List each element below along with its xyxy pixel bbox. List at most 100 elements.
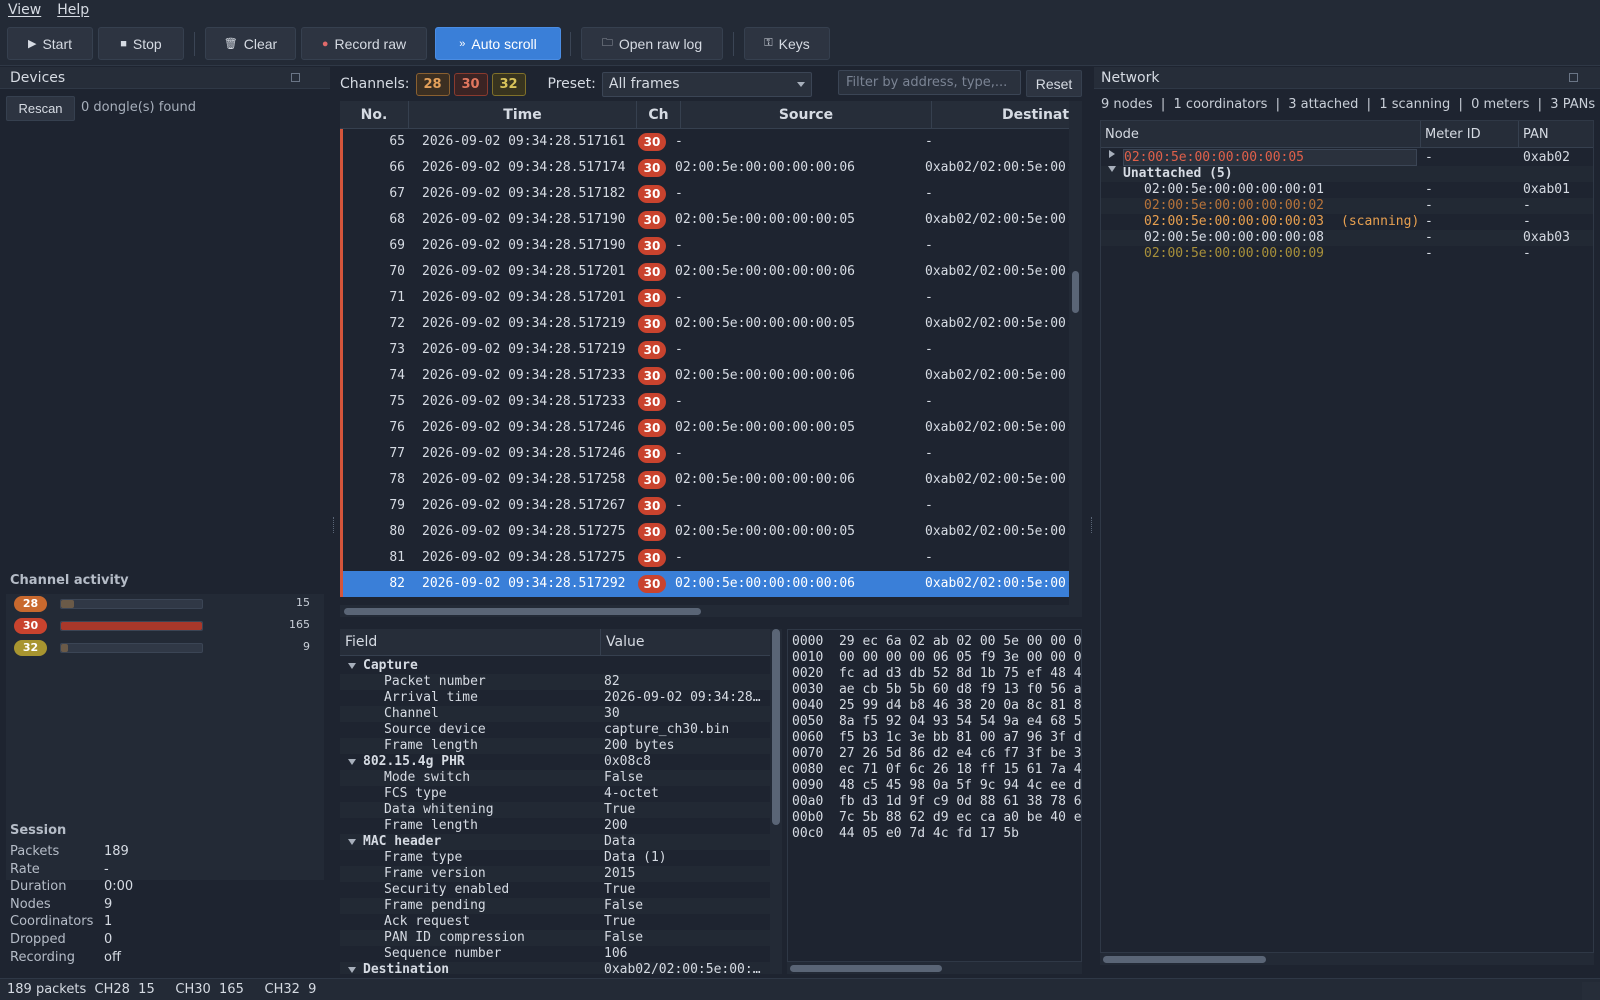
col-time[interactable]: Time xyxy=(409,101,637,129)
network-node-row[interactable]: 02:00:5e:00:00:00:00:02 - - xyxy=(1101,198,1593,214)
col-destination[interactable]: Destinati xyxy=(932,101,1069,129)
col-no[interactable]: No. xyxy=(340,101,409,129)
network-group[interactable]: Unattached (5) xyxy=(1101,166,1593,182)
chevron-down-icon[interactable] xyxy=(1108,166,1116,172)
packet-row[interactable]: 81 2026-09-02 09:34:28.517275 30- - xyxy=(340,545,1069,571)
channel-toggle-28[interactable]: 28 xyxy=(415,72,450,96)
packet-row[interactable]: 80 2026-09-02 09:34:28.517275 30 02:00:5e:0… xyxy=(340,519,1069,545)
detail-field-row[interactable]: Source device capture_ch30.bin xyxy=(340,722,770,738)
keys-button[interactable]: ⚿ Keys xyxy=(744,27,830,60)
col-meter-id[interactable]: Meter ID xyxy=(1421,121,1519,148)
scroll-thumb[interactable] xyxy=(1072,271,1079,313)
session-stat-label: Nodes xyxy=(10,896,51,912)
packet-row[interactable]: 68 2026-09-02 09:34:28.517190 30 02:00:5e:0… xyxy=(340,207,1069,233)
open-raw-log-button[interactable]: 🗀 Open raw log xyxy=(581,27,723,60)
packet-source: 02:00:5e:00:00:00:00:06 xyxy=(675,472,856,487)
packet-hscroll[interactable] xyxy=(340,605,1082,617)
packet-row[interactable]: 70 2026-09-02 09:34:28.517201 30 02:00:5e:0… xyxy=(340,259,1069,285)
packet-table-header: No. Time Ch Source Destinati xyxy=(340,101,1069,129)
packet-row[interactable]: 71 2026-09-02 09:34:28.517201 30- - xyxy=(340,285,1069,311)
packet-row[interactable]: 82 2026-09-02 09:34:28.517292 30 02:00:5e:0… xyxy=(340,571,1069,597)
packet-row[interactable]: 76 2026-09-02 09:34:28.517246 30 02:00:5e:0… xyxy=(340,415,1069,441)
menu-help[interactable]: Help xyxy=(49,2,97,18)
record-raw-button[interactable]: ● Record raw xyxy=(301,27,427,60)
network-node-row[interactable]: 02:00:5e:00:00:00:00:09 - - xyxy=(1101,246,1593,262)
detail-field-row[interactable]: FCS type 4-octet xyxy=(340,786,770,802)
packet-channel-badge: 30 xyxy=(638,237,666,255)
detail-field-row[interactable]: Sequence number 106 xyxy=(340,946,770,962)
scroll-thumb[interactable] xyxy=(1103,956,1266,963)
col-source[interactable]: Source xyxy=(681,101,932,129)
detail-field-row[interactable]: Mode switch False xyxy=(340,770,770,786)
hex-view: 0000 29 ec 6a 02 ab 02 00 5e 00 00 0 0010… xyxy=(787,629,1082,962)
packet-vscroll[interactable] xyxy=(1069,101,1082,605)
channel-toggle-32[interactable]: 32 xyxy=(491,72,526,96)
detail-field-row[interactable]: Arrival time 2026-09-02 09:34:28... xyxy=(340,690,770,706)
detail-field-row[interactable]: Frame length 200 bytes xyxy=(340,738,770,754)
detail-group[interactable]: MAC header Data xyxy=(340,834,770,850)
start-button[interactable]: ▶ Start xyxy=(7,27,93,60)
packet-channel-badge: 30 xyxy=(638,393,666,411)
splitter-handle[interactable] xyxy=(333,517,336,533)
resize-grip-icon[interactable] xyxy=(1582,982,1600,1000)
packet-row[interactable]: 69 2026-09-02 09:34:28.517190 30- - xyxy=(340,233,1069,259)
detail-field-row[interactable]: Packet number 82 xyxy=(340,674,770,690)
chevron-down-icon[interactable] xyxy=(348,839,356,845)
packet-row[interactable]: 74 2026-09-02 09:34:28.517233 30 02:00:5e:0… xyxy=(340,363,1069,389)
network-node-row[interactable]: 02:00:5e:00:00:00:00:03 (scanning) - - xyxy=(1101,214,1593,230)
col-value[interactable]: Value xyxy=(601,629,770,656)
rescan-button[interactable]: Rescan xyxy=(6,96,75,121)
packet-row[interactable]: 73 2026-09-02 09:34:28.517219 30- - xyxy=(340,337,1069,363)
detail-field-row[interactable]: Frame pending False xyxy=(340,898,770,914)
chevron-down-icon[interactable] xyxy=(348,967,356,973)
packet-row[interactable]: 78 2026-09-02 09:34:28.517258 30 02:00:5e:0… xyxy=(340,467,1069,493)
float-panel-icon[interactable] xyxy=(1569,73,1578,82)
detail-field-row[interactable]: PAN ID compression False xyxy=(340,930,770,946)
packet-row[interactable]: 77 2026-09-02 09:34:28.517246 30- - xyxy=(340,441,1069,467)
detail-field-value: 0xab02/02:00:5e:00:... xyxy=(604,962,764,974)
chevron-down-icon[interactable] xyxy=(348,759,356,765)
network-node-row[interactable]: 02:00:5e:00:00:00:00:01 - 0xab01 xyxy=(1101,182,1593,198)
col-pan[interactable]: PAN xyxy=(1519,121,1593,148)
detail-field-row[interactable]: Frame length 200 xyxy=(340,818,770,834)
detail-field-row[interactable]: Security enabled True xyxy=(340,882,770,898)
scroll-thumb[interactable] xyxy=(790,965,942,972)
col-node[interactable]: Node xyxy=(1101,121,1421,148)
network-hscroll[interactable] xyxy=(1100,953,1594,965)
chevron-down-icon[interactable] xyxy=(348,663,356,669)
reset-button[interactable]: Reset xyxy=(1026,70,1082,97)
detail-field-row[interactable]: Frame version 2015 xyxy=(340,866,770,882)
packet-row[interactable]: 72 2026-09-02 09:34:28.517219 30 02:00:5e:0… xyxy=(340,311,1069,337)
channel-bar-fill xyxy=(61,622,202,630)
packet-row[interactable]: 65 2026-09-02 09:34:28.517161 30- - xyxy=(340,129,1069,155)
float-panel-icon[interactable] xyxy=(291,73,300,82)
detail-group[interactable]: 802.15.4g PHR 0x08c8 xyxy=(340,754,770,770)
detail-vscroll[interactable] xyxy=(770,629,782,974)
packet-destination: 0xab02/02:00:5e:00: xyxy=(925,264,1069,279)
chevron-right-icon[interactable] xyxy=(1109,150,1115,158)
stop-button[interactable]: ■ Stop xyxy=(98,27,184,60)
hex-hscroll[interactable] xyxy=(787,962,1082,974)
col-ch[interactable]: Ch xyxy=(637,101,681,129)
packet-row[interactable]: 67 2026-09-02 09:34:28.517182 30- - xyxy=(340,181,1069,207)
clear-button[interactable]: 🗑 Clear xyxy=(205,27,296,60)
detail-field-row[interactable]: Data whitening True xyxy=(340,802,770,818)
col-field[interactable]: Field xyxy=(340,629,601,656)
auto-scroll-button[interactable]: » Auto scroll xyxy=(435,27,561,60)
channel-toggle-30[interactable]: 30 xyxy=(453,72,488,96)
detail-field-row[interactable]: Ack request True xyxy=(340,914,770,930)
detail-group[interactable]: Destination 0xab02/02:00:5e:00:... xyxy=(340,962,770,974)
preset-select[interactable]: All frames xyxy=(601,71,812,97)
network-node-row[interactable]: 02:00:5e:00:00:00:00:08 - 0xab03 xyxy=(1101,230,1593,246)
scroll-thumb[interactable] xyxy=(772,629,780,825)
network-node-row[interactable]: 02:00:5e:00:00:00:00:05- 0xab02 xyxy=(1101,149,1593,166)
detail-field-row[interactable]: Frame type Data (1) xyxy=(340,850,770,866)
menu-view[interactable]: View xyxy=(0,2,49,18)
detail-group[interactable]: Capture xyxy=(340,658,770,674)
scroll-thumb[interactable] xyxy=(344,608,701,615)
packet-row[interactable]: 75 2026-09-02 09:34:28.517233 30- - xyxy=(340,389,1069,415)
filter-input[interactable] xyxy=(838,70,1021,95)
packet-row[interactable]: 66 2026-09-02 09:34:28.517174 30 02:00:5e:0… xyxy=(340,155,1069,181)
packet-row[interactable]: 79 2026-09-02 09:34:28.517267 30- - xyxy=(340,493,1069,519)
detail-field-row[interactable]: Channel 30 xyxy=(340,706,770,722)
